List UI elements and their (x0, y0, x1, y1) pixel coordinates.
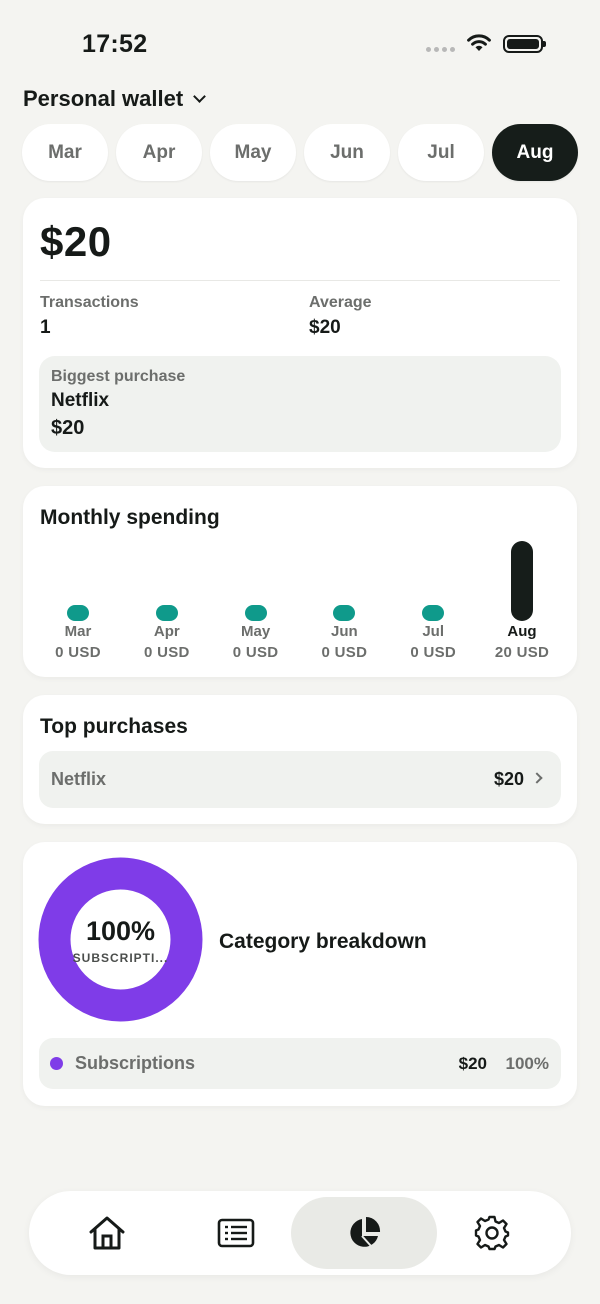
bar-jun (333, 605, 356, 621)
month-tab-apr[interactable]: Apr (116, 124, 202, 181)
chevron-down-icon (193, 90, 207, 103)
nav-transactions[interactable] (200, 1197, 272, 1269)
bar-value-may: 0 USD (232, 644, 279, 661)
category-breakdown-title: Category breakdown (219, 930, 427, 953)
bar-label-mar: Mar (64, 623, 92, 640)
bar-value-aug: 20 USD (494, 644, 550, 661)
bar-column-jul: Jul 0 USD (389, 486, 477, 677)
top-purchases-card: Top purchases Netflix $20 (23, 695, 577, 824)
legend-row-subscriptions[interactable]: Subscriptions $20 100% (39, 1038, 561, 1089)
legend-percent: 100% (505, 1054, 549, 1073)
bar-column-may: May 0 USD (212, 486, 300, 677)
total-amount: $20 (40, 218, 112, 265)
legend-name: Subscriptions (75, 1053, 196, 1073)
monthly-spending-chart: Mar 0 USD Apr 0 USD May 0 USD Jun 0 USD Jul 0 USD… (23, 486, 577, 677)
chevron-right-icon (531, 772, 543, 784)
status-time: 17:52 (82, 30, 148, 58)
purchase-amount: $20 (493, 769, 524, 789)
bar-may (244, 605, 267, 621)
battery-icon (503, 35, 546, 53)
bar-column-mar: Mar 0 USD (34, 486, 122, 677)
status-bar: 17:52 (0, 0, 600, 88)
average-label: Average (309, 294, 372, 311)
gear-icon (474, 1215, 510, 1251)
wallet-selector[interactable]: Personal wallet (23, 86, 207, 112)
purchase-row-netflix[interactable]: Netflix $20 (39, 751, 561, 808)
category-breakdown-card: 100% SUBSCRIPTI... Category breakdown Su… (23, 842, 577, 1106)
pie-chart-icon (350, 1217, 381, 1247)
bar-apr (155, 605, 178, 621)
transactions-value: 1 (40, 317, 51, 338)
average-value: $20 (309, 317, 341, 338)
bar-value-jun: 0 USD (321, 644, 368, 661)
bar-column-aug: Aug 20 USD (478, 486, 566, 677)
bar-aug (511, 541, 533, 621)
month-tabs: Mar Apr May Jun Jul Aug (22, 124, 578, 181)
month-tab-jul[interactable]: Jul (398, 124, 484, 181)
bar-label-may: May (241, 623, 271, 640)
bar-label-apr: Apr (153, 623, 180, 640)
bar-value-apr: 0 USD (143, 644, 190, 661)
month-tab-jun[interactable]: Jun (304, 124, 390, 181)
summary-card: $20 Transactions 1 Average $20 Biggest p… (23, 198, 577, 468)
wallet-name: Personal wallet (23, 86, 184, 111)
bar-value-jul: 0 USD (410, 644, 457, 661)
biggest-purchase-name: Netflix (51, 390, 110, 411)
list-icon (217, 1218, 255, 1248)
bar-jul (422, 605, 445, 621)
biggest-purchase-label: Biggest purchase (51, 368, 186, 385)
bar-label-aug: Aug (507, 623, 537, 640)
wifi-icon (467, 34, 491, 51)
nav-stats[interactable] (291, 1197, 437, 1269)
bar-mar (67, 605, 89, 621)
purchase-name: Netflix (51, 769, 107, 789)
bar-column-apr: Apr 0 USD (123, 486, 211, 677)
biggest-purchase-box: Biggest purchase Netflix $20 (39, 356, 561, 452)
nav-settings[interactable] (456, 1197, 528, 1269)
bar-label-jun: Jun (331, 623, 358, 640)
top-purchases-title: Top purchases (40, 715, 188, 738)
divider (40, 280, 560, 281)
legend-dot (50, 1057, 63, 1070)
legend-amount: $20 (458, 1054, 487, 1073)
donut-label: SUBSCRIPTI... (72, 951, 169, 965)
signal-icon (426, 47, 455, 52)
bottom-nav (29, 1191, 571, 1275)
month-tab-aug[interactable]: Aug (492, 124, 578, 181)
month-tab-mar[interactable]: Mar (22, 124, 108, 181)
biggest-purchase-value: $20 (51, 417, 85, 439)
monthly-spending-card: Monthly spending Mar 0 USD Apr 0 USD May 0 US… (23, 486, 577, 677)
donut-percent: 100% (85, 916, 156, 946)
bar-value-mar: 0 USD (55, 644, 101, 661)
bar-column-jun: Jun 0 USD (300, 486, 388, 677)
month-tab-may[interactable]: May (210, 124, 296, 181)
home-icon (89, 1216, 125, 1250)
bar-label-jul: Jul (422, 623, 445, 640)
transactions-label: Transactions (40, 294, 139, 311)
nav-home[interactable] (71, 1197, 143, 1269)
